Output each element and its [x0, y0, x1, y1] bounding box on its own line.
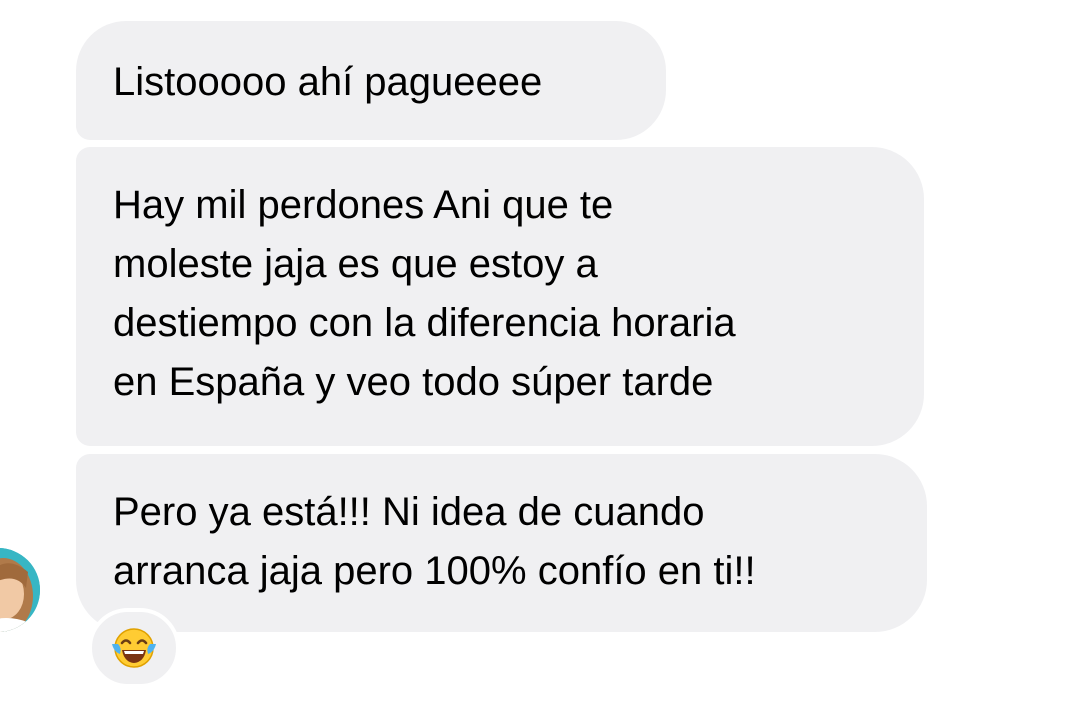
message-bubble[interactable]: Listooooo ahí pagueeee [76, 21, 666, 140]
message-text: arranca jaja pero 100% confío en ti!! [113, 549, 756, 593]
message-text: Hay mil perdones Ani que te [113, 183, 614, 227]
message-text: Listooooo ahí pagueeee [113, 60, 543, 104]
message-text: moleste jaja es que estoy a [113, 242, 598, 286]
message-text: destiempo con la diferencia horaria [113, 301, 736, 345]
reaction-badge[interactable] [88, 608, 180, 688]
avatar[interactable] [0, 548, 40, 632]
message-text: Pero ya está!!! Ni idea de cuando [113, 490, 705, 534]
message-bubble[interactable]: Pero ya está!!! Ni idea de cuando arranc… [76, 454, 927, 632]
face-with-tears-of-joy-icon [112, 628, 156, 668]
avatar-photo [0, 548, 40, 632]
message-text: en España y veo todo súper tarde [113, 360, 714, 404]
message-bubble[interactable]: Hay mil perdones Ani que te moleste jaja… [76, 147, 924, 446]
